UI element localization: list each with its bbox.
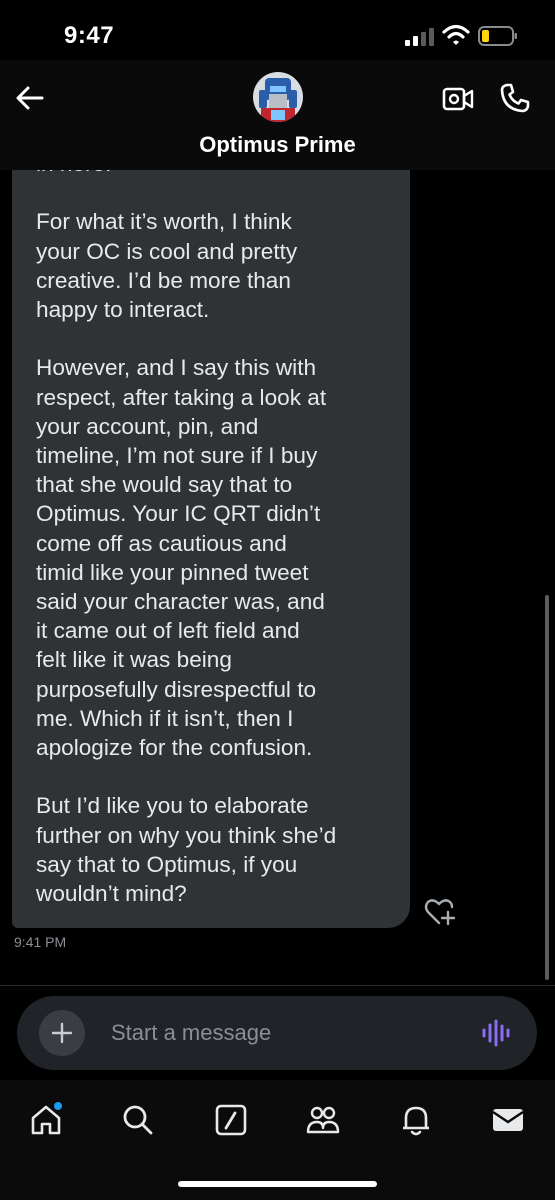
message-text-line: it came out of left field and: [36, 618, 300, 644]
battery-icon: [478, 26, 517, 46]
video-call-icon[interactable]: [442, 85, 474, 113]
home-indicator[interactable]: [178, 1181, 377, 1187]
message-text-line: me. Which if it isn’t, then I: [36, 705, 294, 731]
phone-call-icon[interactable]: [499, 82, 531, 114]
message-text-line: apologize for the confusion.: [36, 735, 313, 761]
message-thread: in here. For what it’s worth, I think yo…: [0, 170, 555, 985]
wifi-icon: [442, 24, 470, 45]
message-text-line: Optimus. Your IC QRT didn’t: [36, 501, 321, 527]
add-media-button[interactable]: [39, 1010, 85, 1056]
contact-name[interactable]: Optimus Prime: [0, 132, 555, 158]
message-paragraph: in here.: [36, 170, 390, 178]
message-text-line: timeline, I’m not sure if I buy: [36, 443, 318, 468]
message-text-line: your OC is cool and pretty: [36, 238, 298, 264]
conversation-header: Optimus Prime: [0, 60, 555, 170]
messages-icon[interactable]: [490, 1102, 526, 1138]
avatar[interactable]: [253, 72, 303, 122]
message-text-line: felt like it was being: [36, 647, 232, 673]
message-timestamp: 9:41 PM: [14, 934, 67, 950]
message-text-line: But I’d like you to elaborate: [36, 793, 309, 819]
message-text-line: happy to interact.: [36, 297, 210, 322]
received-message-bubble[interactable]: in here. For what it’s worth, I think yo…: [12, 170, 410, 928]
message-text-line: come off as cautious and: [36, 530, 287, 556]
message-text-line: that she would say that to: [36, 472, 293, 498]
message-input[interactable]: Start a message: [111, 1020, 271, 1046]
message-text-line: in here.: [36, 170, 390, 178]
message-paragraph: But I’d like you to elaborate further on…: [36, 791, 390, 908]
search-icon[interactable]: [120, 1102, 156, 1138]
cellular-signal-icon: [405, 28, 434, 46]
message-text-line: timid like your pinned tweet: [36, 559, 309, 585]
message-text-line: said your character was, and: [36, 589, 325, 615]
message-text-line: respect, after taking a look at: [36, 384, 327, 410]
message-text-line: However, and I say this with: [36, 355, 317, 381]
message-text-line: purposefully disrespectful to: [36, 676, 317, 702]
avatar-image: [253, 72, 303, 122]
status-bar: 9:47: [0, 0, 555, 60]
notifications-icon[interactable]: [398, 1102, 434, 1138]
message-text-line: say that to Optimus, if you: [36, 851, 298, 877]
home-icon[interactable]: [28, 1102, 64, 1138]
status-time: 9:47: [64, 22, 115, 49]
divider: [0, 985, 555, 986]
grok-icon[interactable]: [213, 1102, 249, 1138]
scrollbar[interactable]: [545, 595, 549, 980]
communities-icon[interactable]: [305, 1102, 341, 1138]
message-text-line: creative. I’d be more than: [36, 267, 291, 293]
message-text-line: your account, pin, and: [36, 413, 259, 439]
message-text-line: further on why you think she’d: [36, 822, 337, 848]
message-paragraph: However, and I say this with respect, af…: [36, 353, 390, 762]
heart-plus-icon[interactable]: [424, 897, 456, 927]
bottom-tab-bar: [0, 1080, 555, 1200]
message-composer: Start a message: [17, 996, 537, 1070]
message-text-line: wouldn’t mind?: [36, 881, 187, 907]
plus-icon: [51, 1022, 73, 1044]
back-arrow-icon[interactable]: [14, 82, 46, 114]
message-paragraph: For what it’s worth, I think your OC is …: [36, 207, 390, 324]
dm-conversation-screen: 9:47 Optimus Prime For what it’s worth, …: [0, 0, 555, 1200]
voice-message-icon[interactable]: [481, 1017, 513, 1049]
message-text-line: For what it’s worth, I think: [36, 209, 292, 235]
